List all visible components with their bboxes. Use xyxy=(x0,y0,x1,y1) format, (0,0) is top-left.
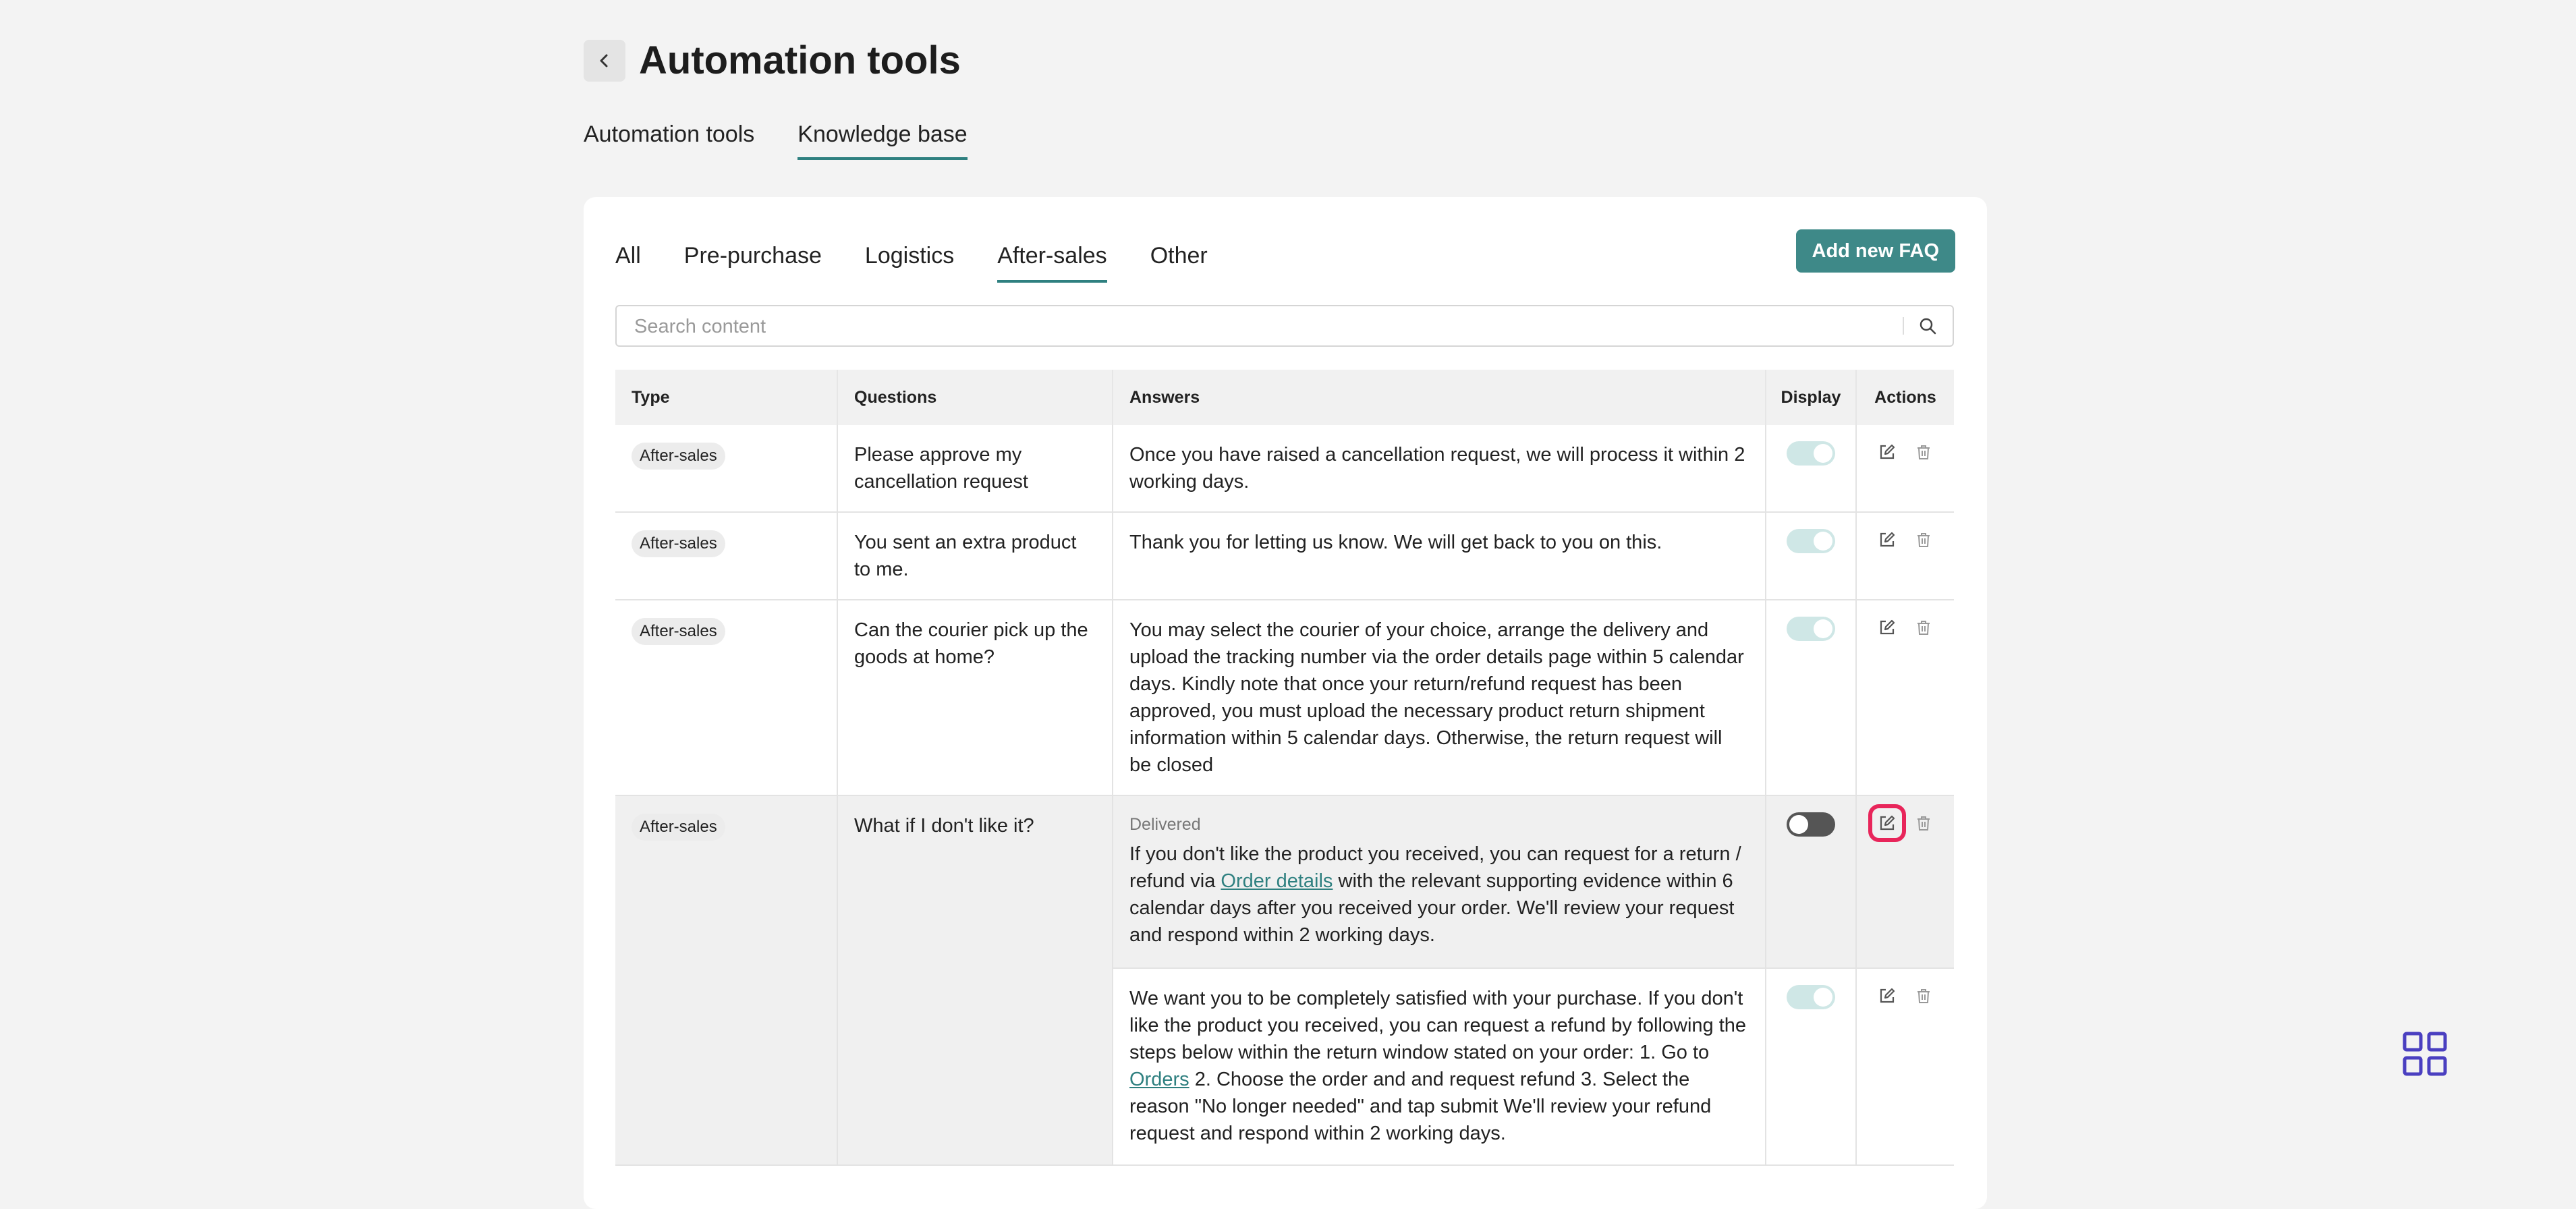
edit-icon[interactable] xyxy=(1875,615,1899,640)
search-divider xyxy=(1903,317,1904,335)
display-toggle[interactable] xyxy=(1787,441,1835,466)
category-tabs: All Pre-purchase Logistics After-sales O… xyxy=(615,243,1208,283)
table-header: Type Questions Answers Display Actions xyxy=(615,370,1954,425)
table-row: After-sales Can the courier pick up the … xyxy=(615,600,1954,796)
answer-text-part: We want you to be completely satisfied w… xyxy=(1129,988,1747,1063)
orders-link[interactable]: Orders xyxy=(1129,1069,1189,1090)
tab-automation-tools[interactable]: Automation tools xyxy=(584,121,754,160)
display-toggle[interactable] xyxy=(1787,529,1835,553)
tab-after-sales[interactable]: After-sales xyxy=(997,243,1107,283)
type-badge: After-sales xyxy=(632,530,725,557)
trash-icon[interactable] xyxy=(1911,615,1936,640)
edit-icon[interactable] xyxy=(1875,440,1899,464)
question-text: You sent an extra product to me. xyxy=(838,513,1113,599)
page-header: Automation tools xyxy=(584,38,961,83)
edit-icon[interactable] xyxy=(1875,528,1899,552)
chevron-left-icon xyxy=(600,54,608,67)
trash-icon[interactable] xyxy=(1911,528,1936,552)
tab-knowledge-base[interactable]: Knowledge base xyxy=(797,121,968,160)
table-row-group: After-sales What if I don't like it? Del… xyxy=(615,796,1954,1166)
search-icon[interactable] xyxy=(1917,316,1938,336)
add-new-faq-button[interactable]: Add new FAQ xyxy=(1795,229,1955,273)
type-badge: After-sales xyxy=(632,814,725,841)
tab-all[interactable]: All xyxy=(615,243,641,283)
column-type: Type xyxy=(615,370,838,425)
edit-icon[interactable] xyxy=(1875,984,1899,1008)
tab-other[interactable]: Other xyxy=(1150,243,1208,283)
answer-text: You may select the courier of your choic… xyxy=(1113,600,1766,795)
trash-icon[interactable] xyxy=(1911,440,1936,464)
answer-condition-label: Delivered xyxy=(1129,815,1201,834)
column-questions: Questions xyxy=(838,370,1113,425)
answer-text: Once you have raised a cancellation requ… xyxy=(1113,425,1766,511)
answer-variant-row: We want you to be completely satisfied w… xyxy=(1113,969,1954,1164)
display-toggle[interactable] xyxy=(1787,617,1835,641)
back-button[interactable] xyxy=(584,39,625,82)
faq-table: Type Questions Answers Display Actions A… xyxy=(615,370,1954,1166)
table-row: After-sales Please approve my cancellati… xyxy=(615,425,1954,513)
tab-logistics[interactable]: Logistics xyxy=(865,243,954,283)
column-display: Display xyxy=(1766,370,1857,425)
main-tabs: Automation tools Knowledge base xyxy=(584,121,968,160)
page-title: Automation tools xyxy=(639,38,961,82)
trash-icon[interactable] xyxy=(1911,811,1936,835)
column-actions: Actions xyxy=(1874,387,1936,407)
search-input[interactable] xyxy=(633,313,1904,340)
table-row: After-sales You sent an extra product to… xyxy=(615,513,1954,600)
answer-variant-row: Delivered If you don't like the product … xyxy=(1113,796,1954,969)
type-badge: After-sales xyxy=(632,618,725,645)
order-details-link[interactable]: Order details xyxy=(1221,870,1333,892)
display-toggle[interactable] xyxy=(1787,812,1835,837)
app-grid-icon[interactable] xyxy=(2402,1031,2448,1077)
tab-pre-purchase[interactable]: Pre-purchase xyxy=(684,243,822,283)
edit-icon[interactable] xyxy=(1868,804,1906,842)
knowledge-base-card: All Pre-purchase Logistics After-sales O… xyxy=(584,197,1987,1209)
type-badge: After-sales xyxy=(632,443,725,470)
question-text: Can the courier pick up the goods at hom… xyxy=(838,600,1113,795)
column-answers: Answers xyxy=(1113,370,1766,425)
question-text: What if I don't like it? xyxy=(838,796,1113,1164)
answer-text: Thank you for letting us know. We will g… xyxy=(1113,513,1766,599)
question-text: Please approve my cancellation request xyxy=(838,425,1113,511)
display-toggle[interactable] xyxy=(1787,985,1835,1009)
answer-text-part: 2. Choose the order and and request refu… xyxy=(1129,1069,1712,1144)
search-box xyxy=(615,305,1954,347)
trash-icon[interactable] xyxy=(1911,984,1936,1008)
